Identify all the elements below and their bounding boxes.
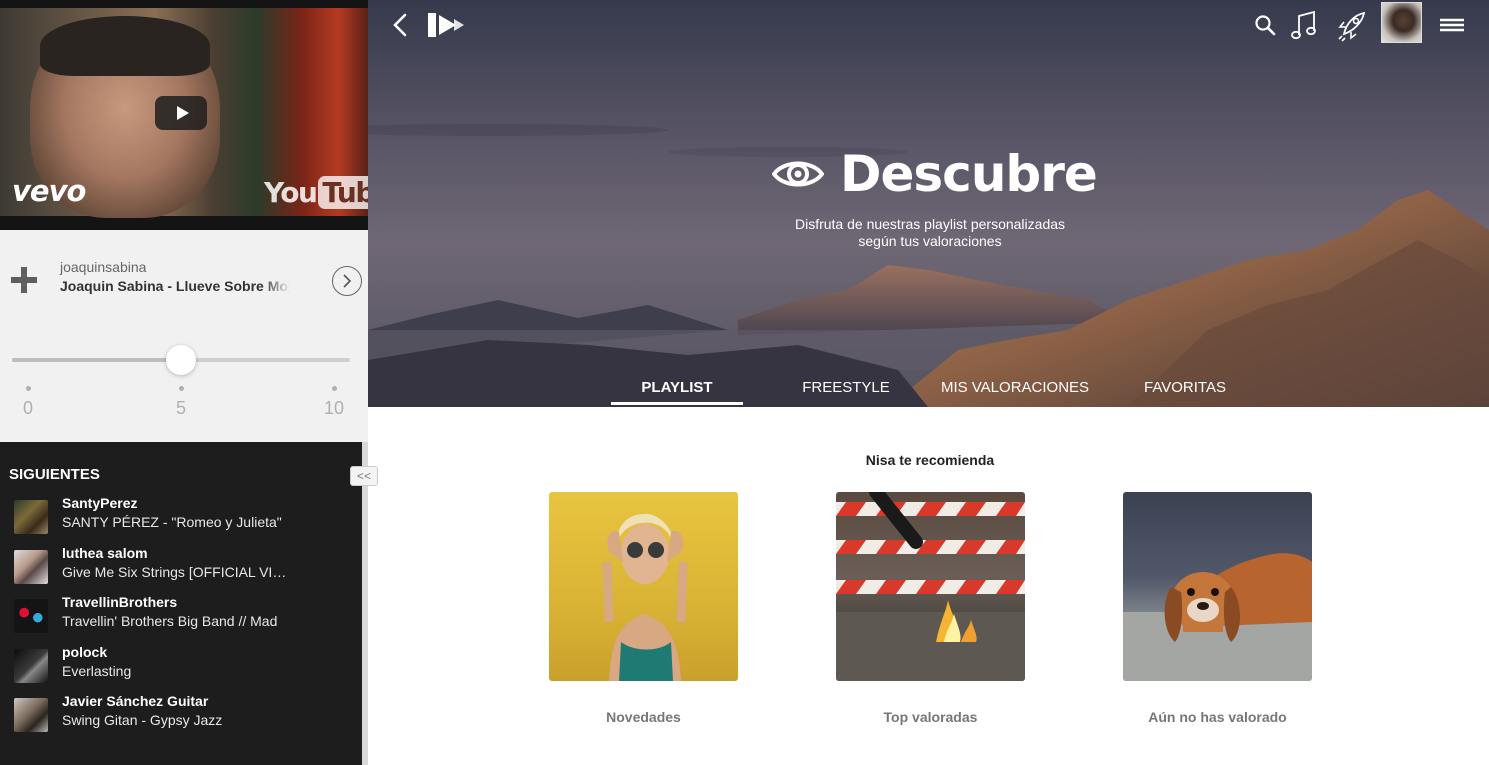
playlist-card-top-valoradas[interactable]: Top valoradas (836, 492, 1025, 725)
left-panel: vevo You Tube joaquinsabina Joaquin Sabi… (0, 0, 368, 765)
eye-icon (772, 161, 824, 187)
up-next-queue: SIGUIENTES SantyPerez SANTY PÉREZ - "Rom… (0, 442, 362, 765)
playlist-card-aun-no-has-valorado[interactable]: Aún no has valorado (1123, 492, 1312, 725)
queue-item-thumbnail (14, 649, 48, 683)
video-thumbnail-hair (40, 16, 210, 76)
rating-tick: 5 (161, 386, 201, 419)
play-icon[interactable] (155, 96, 207, 130)
video-player[interactable]: vevo You Tube (0, 0, 368, 230)
next-track-button[interactable] (332, 266, 362, 296)
tab-playlist[interactable]: PLAYLIST (641, 379, 712, 396)
queue-item-channel: SantyPerez (62, 495, 138, 511)
now-playing-user[interactable]: joaquinsabina (60, 259, 146, 275)
page-title-text: Descubre (840, 145, 1098, 203)
section-title: Nisa te recomienda (865, 452, 995, 468)
avatar[interactable] (1381, 2, 1422, 43)
vevo-logo: vevo (12, 174, 86, 208)
playlist-card-novedades[interactable]: Novedades (549, 492, 738, 725)
queue-item-channel: Javier Sánchez Guitar (62, 693, 209, 709)
burning-barricade-image (836, 492, 1025, 681)
queue-item[interactable]: Javier Sánchez Guitar Swing Gitan - Gyps… (0, 690, 362, 736)
playlist-card-label[interactable]: Top valoradas (836, 709, 1025, 725)
queue-item-thumbnail (14, 698, 48, 732)
active-tab-indicator (611, 402, 743, 405)
page-subtitle-line: según tus valoraciones (858, 233, 1002, 249)
add-icon[interactable] (11, 267, 37, 293)
queue-item-title: SANTY PÉREZ - "Romeo y Julieta" (62, 514, 282, 530)
tab-mis-valoraciones[interactable]: MIS VALORACIONES (941, 379, 1089, 396)
youtube-logo-tube: Tube (318, 176, 368, 209)
page-subtitle-line: Disfruta de nuestras playlist personaliz… (794, 216, 1066, 232)
now-playing-track: Joaquin Sabina - Llueve Sobre Mojado (60, 278, 290, 294)
queue-item-thumbnail (14, 599, 48, 633)
queue-heading: SIGUIENTES (9, 466, 100, 483)
playlist-card-image[interactable] (549, 492, 738, 681)
queue-item[interactable]: polock Everlasting (0, 641, 362, 687)
search-icon[interactable] (1252, 8, 1278, 44)
chevron-right-icon (343, 274, 352, 288)
playlist-card-image[interactable] (1123, 492, 1312, 681)
logo-icon[interactable] (426, 10, 466, 40)
queue-item-channel: TravellinBrothers (62, 594, 178, 610)
queue-item-thumbnail (14, 550, 48, 584)
page-subtitle: Disfruta de nuestras playlist personaliz… (700, 216, 1160, 250)
back-icon[interactable] (388, 12, 414, 38)
queue-scrollbar[interactable] (362, 442, 368, 765)
queue-item[interactable]: SantyPerez SANTY PÉREZ - "Romeo y Juliet… (0, 492, 362, 538)
playlist-card-label[interactable]: Aún no has valorado (1123, 709, 1312, 725)
queue-item-channel: luthea salom (62, 545, 148, 561)
menu-icon[interactable] (1438, 8, 1466, 44)
page-title: Descubre (772, 138, 1098, 210)
playlist-card-image[interactable] (836, 492, 1025, 681)
queue-item[interactable]: luthea salom Give Me Six Strings [OFFICI… (0, 542, 362, 588)
rating-slider[interactable] (12, 345, 350, 375)
rating-tick: 10 (314, 386, 354, 419)
youtube-logo-you: You (264, 176, 318, 209)
now-playing-panel: joaquinsabina Joaquin Sabina - Llueve So… (0, 230, 368, 442)
queue-item-thumbnail (14, 500, 48, 534)
tab-freestyle[interactable]: FREESTYLE (802, 379, 890, 396)
woman-sunglasses-image (602, 513, 688, 681)
rating-slider-fill (12, 358, 181, 362)
dog-image (1123, 553, 1312, 681)
rating-tick: 0 (8, 386, 48, 419)
youtube-logo[interactable]: You Tube (264, 176, 368, 209)
queue-item-title: Everlasting (62, 663, 132, 679)
queue-item-title: Give Me Six Strings [OFFICIAL VIDEO] (62, 564, 292, 580)
music-icon[interactable] (1290, 8, 1318, 44)
queue-item-title: Swing Gitan - Gypsy Jazz (62, 712, 223, 728)
tab-favoritas[interactable]: FAVORITAS (1144, 379, 1226, 396)
queue-item-title: Travellin' Brothers Big Band // Mad (62, 613, 278, 629)
queue-item[interactable]: TravellinBrothers Travellin' Brothers Bi… (0, 591, 362, 637)
double-chevron-left-icon[interactable]: << (350, 466, 378, 486)
rocket-icon[interactable] (1336, 8, 1368, 44)
playlist-card-label[interactable]: Novedades (549, 709, 738, 725)
queue-item-channel: polock (62, 644, 108, 660)
rating-slider-knob[interactable] (166, 345, 196, 375)
